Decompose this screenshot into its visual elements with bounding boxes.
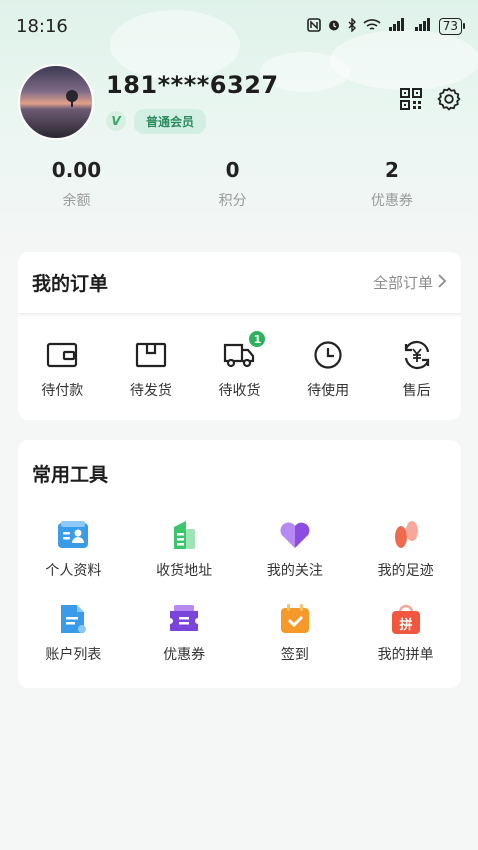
member-level-badge[interactable]: 普通会员: [134, 108, 207, 134]
stat-value: 0: [225, 158, 240, 182]
order-pending-payment[interactable]: 待付款: [18, 338, 107, 400]
tool-grid: 个人资料 收货地址 我的关注 我的足迹 账户列表 优惠券 签到 拼 我的拼单: [18, 518, 461, 686]
verified-badge-icon: V: [106, 111, 126, 131]
shopping-bag-icon: 拼: [389, 602, 423, 636]
clock-icon: [311, 338, 345, 372]
tool-label: 个人资料: [45, 563, 102, 579]
tool-following[interactable]: 我的关注: [240, 518, 351, 602]
tool-coupons[interactable]: 优惠券: [129, 602, 240, 686]
wallet-icon: [45, 338, 79, 372]
order-label: 待付款: [41, 383, 84, 399]
tool-label: 我的足迹: [377, 563, 434, 579]
stat-balance[interactable]: 0.00 余额: [0, 158, 153, 210]
tool-footprints[interactable]: 我的足迹: [350, 518, 461, 602]
tool-label: 账户列表: [45, 647, 102, 663]
coupon-icon: [167, 602, 201, 636]
heart-icon: [278, 518, 312, 552]
truck-icon: 1: [222, 330, 267, 372]
stat-value: 0.00: [51, 158, 102, 182]
order-pending-receipt[interactable]: 1 待收货: [195, 330, 284, 400]
tool-label: 我的关注: [266, 563, 323, 579]
user-info: 181****6327 V 普通会员: [106, 71, 279, 134]
user-phone: 181****6327: [106, 70, 279, 99]
tools-card: 常用工具 个人资料 收货地址 我的关注 我的足迹 账户列表 优惠券 签到 拼 我…: [18, 440, 461, 688]
bluetooth-icon: [347, 16, 357, 35]
document-icon: [56, 602, 90, 636]
member-row: V 普通会员: [106, 108, 279, 134]
all-orders-label: 全部订单: [372, 274, 433, 292]
status-bar: 18:16 73: [0, 0, 478, 52]
address-icon: [167, 518, 201, 552]
order-after-sales[interactable]: 售后: [372, 338, 461, 400]
unread-count-badge: 1: [248, 330, 267, 348]
orders-card-body: 待付款 待发货 1 待收货 待使用 售后: [18, 316, 461, 420]
tool-group-buy[interactable]: 拼 我的拼单: [350, 602, 461, 686]
avatar[interactable]: [18, 64, 94, 140]
tool-accounts[interactable]: 账户列表: [18, 602, 129, 686]
stats-row: 0.00 余额 0 积分 2 优惠券: [0, 158, 478, 210]
wifi-icon: [363, 18, 381, 35]
signal-icon: [387, 17, 407, 35]
stat-coupons[interactable]: 2 优惠券: [312, 158, 471, 210]
stat-label: 积分: [218, 193, 247, 209]
tools-title: 常用工具: [32, 464, 109, 486]
profile-card-icon: [56, 518, 90, 552]
tool-profile[interactable]: 个人资料: [18, 518, 129, 602]
tool-label: 优惠券: [163, 647, 206, 663]
order-label: 待发货: [129, 383, 172, 399]
status-icons: 73: [306, 16, 466, 35]
stat-points[interactable]: 0 积分: [153, 158, 312, 210]
status-time: 18:16: [16, 15, 68, 37]
tool-label: 我的拼单: [377, 647, 434, 663]
stat-label: 优惠券: [370, 193, 413, 209]
refund-icon: [400, 338, 434, 372]
top-actions: [398, 86, 462, 112]
bag-glyph: 拼: [399, 617, 412, 633]
chevron-right-icon: [437, 273, 447, 293]
alarm-icon: [327, 18, 341, 35]
order-label: 待收货: [218, 383, 261, 399]
all-orders-link[interactable]: 全部订单: [373, 272, 447, 293]
stat-label: 余额: [62, 193, 91, 209]
stat-value: 2: [384, 158, 399, 182]
qr-code-icon[interactable]: [398, 86, 424, 112]
footprint-icon: [389, 518, 423, 552]
order-pending-shipment[interactable]: 待发货: [107, 338, 196, 400]
package-icon: [134, 338, 168, 372]
order-label: 售后: [402, 383, 431, 399]
nfc-icon: [306, 17, 321, 35]
tool-label: 签到: [280, 647, 309, 663]
orders-card-header: 我的订单 全部订单: [18, 252, 461, 314]
settings-gear-icon[interactable]: [436, 86, 462, 112]
tool-address[interactable]: 收货地址: [129, 518, 240, 602]
battery-indicator: 73: [438, 17, 466, 35]
tool-checkin[interactable]: 签到: [240, 602, 351, 686]
calendar-check-icon: [278, 602, 312, 636]
order-label: 待使用: [307, 383, 350, 399]
signal-icon-2: [413, 17, 433, 35]
order-pending-use[interactable]: 待使用: [284, 338, 373, 400]
tool-label: 收货地址: [156, 563, 213, 579]
profile-section: 181****6327 V 普通会员: [18, 64, 279, 140]
orders-title: 我的订单: [32, 273, 109, 295]
